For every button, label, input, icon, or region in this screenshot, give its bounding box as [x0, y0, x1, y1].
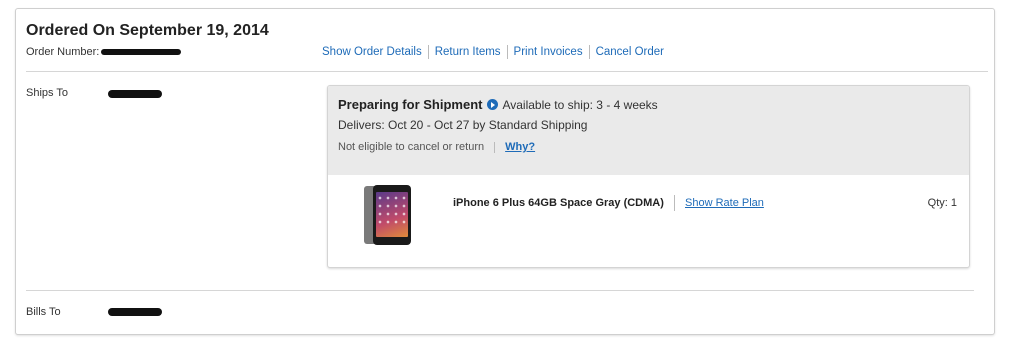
iphone-product-image[interactable] [364, 185, 412, 245]
order-title: Ordered On September 19, 2014 [26, 22, 269, 39]
item-name[interactable]: iPhone 6 Plus 64GB Space Gray (CDMA) [453, 197, 664, 209]
order-number-redacted [101, 49, 182, 55]
return-items-link[interactable]: Return Items [427, 45, 507, 59]
why-link[interactable]: Why? [505, 141, 535, 153]
separator [494, 141, 496, 153]
bills-to-address-redacted [108, 308, 162, 316]
delivery-estimate: Delivers: Oct 20 - Oct 27 by Standard Sh… [338, 118, 588, 132]
show-rate-plan-link[interactable]: Show Rate Plan [685, 197, 764, 209]
play-circle-icon[interactable] [487, 99, 499, 110]
print-invoices-link[interactable]: Print Invoices [506, 45, 589, 59]
bills-to-label: Bills To [26, 306, 61, 318]
order-number: Order Number: [26, 46, 182, 58]
shipment-status-text: Preparing for Shipment [338, 97, 483, 112]
item-quantity: Qty: 1 [927, 197, 957, 209]
shipment-panel: Preparing for Shipment Available to ship… [327, 85, 970, 268]
cancel-order-link[interactable]: Cancel Order [588, 45, 670, 59]
order-card: Ordered On September 19, 2014 Order Numb… [15, 8, 995, 335]
shipment-header: Preparing for Shipment Available to ship… [328, 86, 969, 175]
ships-to-address-redacted [108, 90, 162, 98]
cancel-eligibility-text: Not eligible to cancel or return [338, 141, 485, 153]
availability-text: Available to ship: 3 - 4 weeks [502, 97, 658, 112]
divider [26, 71, 988, 72]
cancel-eligibility: Not eligible to cancel or return Why? [338, 141, 535, 153]
divider [26, 290, 974, 291]
ships-to-label: Ships To [26, 87, 68, 99]
separator [674, 195, 675, 211]
shipment-status: Preparing for Shipment Available to ship… [338, 97, 658, 112]
show-order-details-link[interactable]: Show Order Details [322, 45, 428, 59]
shipment-item: iPhone 6 Plus 64GB Space Gray (CDMA) Sho… [328, 175, 969, 267]
order-number-label: Order Number: [26, 46, 100, 58]
order-actions: Show Order Details Return Items Print In… [322, 45, 670, 59]
